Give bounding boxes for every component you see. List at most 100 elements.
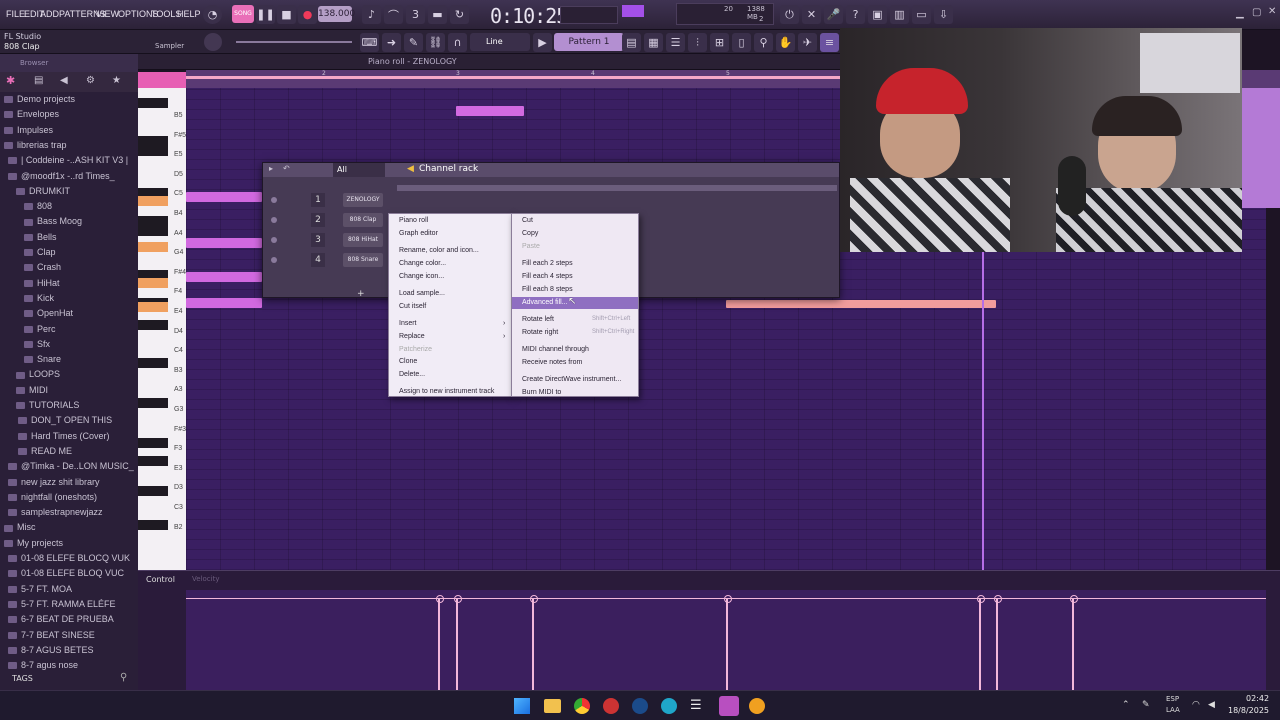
chat-icon[interactable]: ▭ xyxy=(912,5,931,24)
magnet-icon[interactable]: ∩ xyxy=(448,33,467,52)
browser-item[interactable]: librerias trap xyxy=(4,140,67,150)
playlist-icon[interactable]: ▤ xyxy=(622,33,641,52)
channel-button[interactable]: 808 Snare xyxy=(343,253,383,267)
submenu-item[interactable]: Paste xyxy=(522,243,540,250)
snap-select[interactable]: Line xyxy=(470,33,530,51)
highlighted-key[interactable] xyxy=(138,196,168,206)
menu-file[interactable]: FILE xyxy=(6,9,25,19)
plugin-picker-icon[interactable]: ⚲ xyxy=(754,33,773,52)
obs-icon[interactable]: ☰ xyxy=(690,698,706,714)
piano-roll-timeline[interactable]: 2 3 4 5 xyxy=(186,70,840,88)
browser-item[interactable]: 8-7 AGUS BETES xyxy=(8,645,94,655)
channel-button[interactable]: 808 HiHat xyxy=(343,233,383,247)
black-key[interactable] xyxy=(138,320,168,330)
note[interactable] xyxy=(726,300,996,308)
context-menu-item[interactable]: Cut itself xyxy=(399,303,426,310)
browser-item[interactable]: Impulses xyxy=(4,125,53,135)
zenology-steps[interactable] xyxy=(397,185,837,191)
channel-mute-led[interactable] xyxy=(271,237,277,243)
browser-item[interactable]: samplestrapnewjazz xyxy=(8,507,103,517)
volume-icon[interactable]: ◀ xyxy=(1208,700,1215,710)
save-icon[interactable]: ▣ xyxy=(868,5,887,24)
submenu-item[interactable]: MIDI channel through xyxy=(522,346,589,353)
browser-item[interactable]: Kick xyxy=(24,293,54,303)
velocity-bar[interactable] xyxy=(1070,595,1078,690)
browser-item[interactable]: 01-08 ELEFE BLOCQ VUK xyxy=(8,553,130,563)
browser-item[interactable]: new jazz shit library xyxy=(8,477,100,487)
menu-view[interactable]: VIEW xyxy=(96,9,119,19)
context-menu-item[interactable]: Load sample... xyxy=(399,290,445,297)
browser-item[interactable]: Snare xyxy=(24,354,61,364)
browser-star-icon[interactable]: ★ xyxy=(112,75,121,86)
context-menu-item[interactable]: Change color... xyxy=(399,260,446,267)
channel-number[interactable]: 2 xyxy=(311,213,325,227)
browser-item[interactable]: Clap xyxy=(24,247,56,257)
channel-button[interactable]: ZENOLOGY xyxy=(343,193,383,207)
app-icon[interactable] xyxy=(603,698,619,714)
browser-item[interactable]: HiHat xyxy=(24,278,60,288)
loop-record-icon[interactable]: ↻ xyxy=(450,5,469,24)
black-key[interactable] xyxy=(138,358,168,368)
context-menu-item[interactable]: Replace xyxy=(399,333,425,340)
browser-item[interactable]: Misc xyxy=(4,522,36,532)
tray-pen-icon[interactable]: ✎ xyxy=(1142,700,1150,710)
submenu-item[interactable]: Create DirectWave instrument... xyxy=(522,376,621,383)
velocity-bar[interactable] xyxy=(724,595,732,690)
context-menu-item[interactable]: Patcherize xyxy=(399,346,432,353)
browser-tags-label[interactable]: TAGS xyxy=(12,674,33,683)
browser-item[interactable]: | Coddeine -..ASH KIT V3 | xyxy=(8,155,128,165)
browser-item[interactable]: 808 xyxy=(24,201,52,211)
browser-item[interactable]: @Timka - De..LON MUSIC_ xyxy=(8,461,134,471)
add-channel-icon[interactable]: + xyxy=(357,289,365,299)
metronome-icon[interactable]: ♪ xyxy=(362,5,381,24)
mixer-icon[interactable]: ✕ xyxy=(802,5,821,24)
black-key[interactable] xyxy=(138,226,168,236)
fl-studio-icon[interactable] xyxy=(719,696,739,716)
file-explorer-icon[interactable] xyxy=(544,699,561,713)
plugin-icon[interactable]: ▥ xyxy=(890,5,909,24)
menu-add[interactable]: ADD xyxy=(40,9,59,19)
velocity-bar[interactable] xyxy=(977,595,985,690)
note[interactable] xyxy=(186,298,262,308)
browser-search-icon[interactable]: ⚲ xyxy=(120,672,127,683)
pause-icon[interactable]: ❚❚ xyxy=(256,5,275,24)
context-menu-item[interactable]: Clone xyxy=(399,358,417,365)
browser-speaker-icon[interactable]: ◀ xyxy=(60,75,68,86)
channel-mute-led[interactable] xyxy=(271,257,277,263)
download-icon[interactable]: ⇩ xyxy=(934,5,953,24)
browser-file-icon[interactable]: ▤ xyxy=(34,75,43,86)
arrow-icon[interactable]: ➜ xyxy=(382,33,401,52)
browser-item[interactable]: @moodf1x -..rd Times_ xyxy=(8,171,115,181)
context-menu-item[interactable]: Piano roll xyxy=(399,217,428,224)
typing-keyboard-icon[interactable]: ⌨ xyxy=(360,33,379,52)
control-label[interactable]: Control xyxy=(146,575,175,584)
project-icon[interactable]: ✈ xyxy=(798,33,817,52)
black-key[interactable] xyxy=(138,146,168,156)
input-language[interactable]: ESP xyxy=(1166,695,1179,703)
context-menu-item[interactable]: Change icon... xyxy=(399,273,444,280)
chrome-icon[interactable] xyxy=(574,698,590,714)
channel-rack-icon[interactable]: ☰ xyxy=(666,33,685,52)
edge-icon[interactable] xyxy=(661,698,677,714)
channel-number[interactable]: 1 xyxy=(311,193,325,207)
highlighted-key[interactable] xyxy=(138,242,168,252)
submenu-item[interactable]: Burn MIDI to xyxy=(522,389,561,396)
wait-input-icon[interactable]: ⌒ xyxy=(384,5,403,24)
context-menu-item[interactable]: Graph editor xyxy=(399,230,438,237)
rack-filter-select[interactable]: All xyxy=(333,163,385,177)
submenu-item[interactable]: Advanced fill... xyxy=(522,299,568,306)
note[interactable] xyxy=(186,192,262,202)
minimize-icon[interactable]: ▁ xyxy=(1236,8,1244,19)
submenu-item[interactable]: Fill each 2 steps xyxy=(522,260,573,267)
submenu-item[interactable]: Rotate left xyxy=(522,316,554,323)
channel-mute-led[interactable] xyxy=(271,217,277,223)
clock-time[interactable]: 02:42 xyxy=(1246,694,1269,703)
browser-item[interactable]: LOOPS xyxy=(16,369,60,379)
black-key[interactable] xyxy=(138,438,168,448)
rack-menu-arrow-icon[interactable]: ▸ xyxy=(269,164,273,173)
list-icon[interactable]: ≡ xyxy=(820,33,839,52)
browser-item[interactable]: Crash xyxy=(24,262,61,272)
channel-rack-header[interactable]: ▸ ↶ All ◀ Channel rack xyxy=(263,163,839,177)
piano-keyboard[interactable]: B5 F#5 E5 D5 C5 B4 A4 G4 F#4 F4 E4 D4 C4 B3 A3 G3 F#3 F3 E… xyxy=(138,88,186,570)
start-icon[interactable] xyxy=(514,698,530,714)
